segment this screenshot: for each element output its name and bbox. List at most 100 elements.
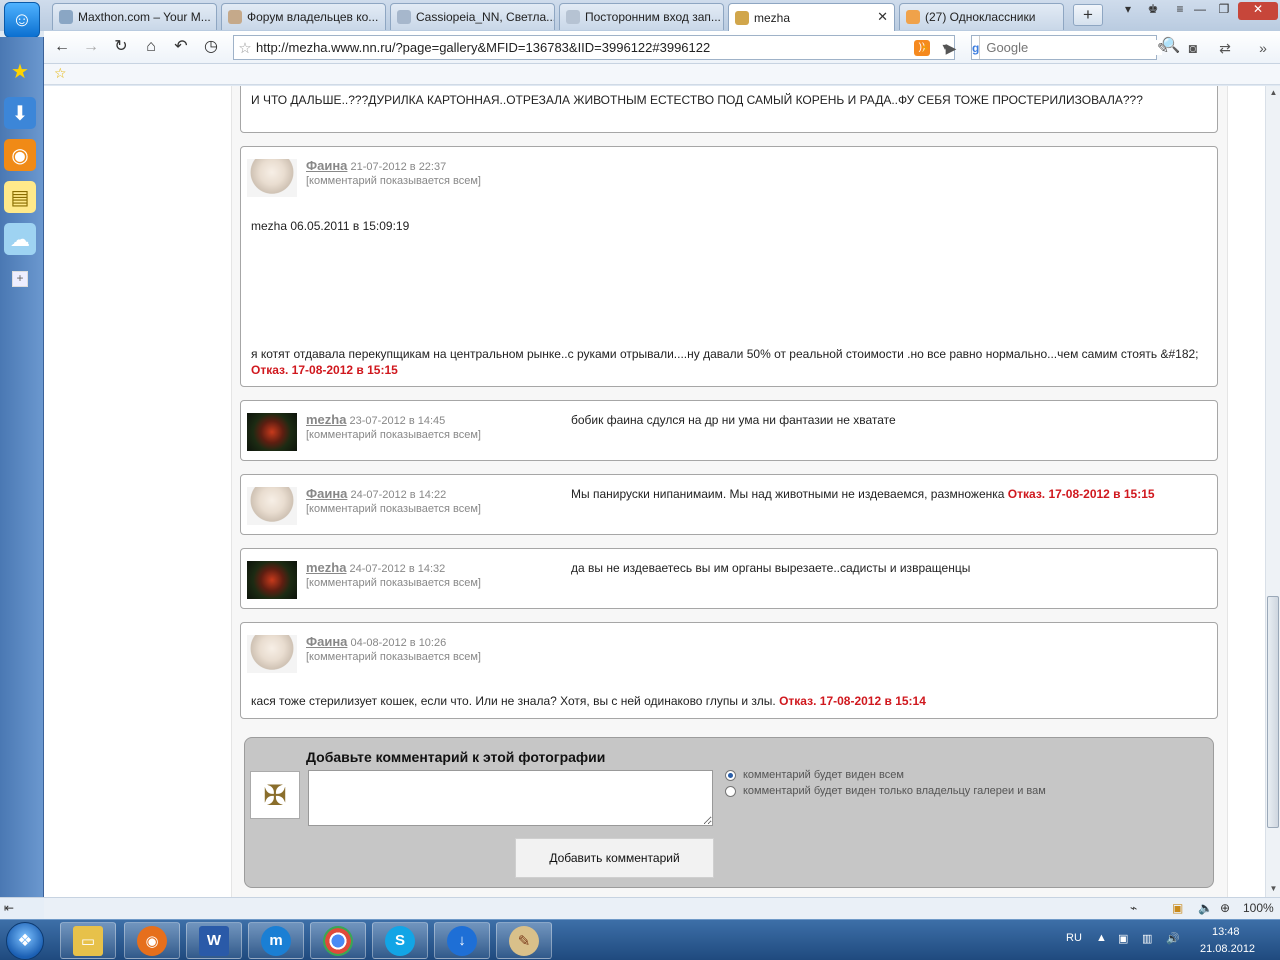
vertical-scrollbar[interactable]: ▲ ▼ — [1265, 86, 1280, 897]
language-indicator[interactable]: RU — [1066, 932, 1082, 944]
scroll-up-icon[interactable]: ▲ — [1266, 86, 1280, 100]
tab-forum[interactable]: Форум владельцев ко... — [221, 3, 386, 30]
tray-network-icon[interactable]: ▥ — [1142, 932, 1152, 945]
comment-author-link[interactable]: mezha — [306, 412, 346, 427]
comment-body: Мы панируски нипанимаим. Мы над животным… — [571, 487, 1005, 501]
tray-network-error-icon[interactable]: ▣ — [1118, 932, 1128, 945]
google-icon[interactable]: g — [972, 36, 981, 59]
add-panel-icon[interactable]: + — [12, 271, 28, 287]
comment-author-link[interactable]: Фаина — [306, 158, 347, 173]
address-bar[interactable]: ☆ )) ▾ — [233, 35, 955, 60]
skin-icon[interactable]: ♚ — [1143, 2, 1163, 20]
more-icon[interactable]: » — [1252, 37, 1274, 59]
taskbar-explorer[interactable]: ▭ — [60, 922, 116, 959]
avatar[interactable] — [247, 159, 297, 197]
volume-icon[interactable]: 🔈 — [1198, 901, 1213, 915]
taskbar-paint[interactable]: ✎ — [496, 922, 552, 959]
comment-meta: Фаина 24-07-2012 в 14:22 [комментарий по… — [306, 487, 481, 516]
scroll-thumb[interactable] — [1267, 596, 1279, 828]
go-icon[interactable]: ▶ — [940, 37, 962, 59]
menu-icon[interactable]: ≡ — [1170, 2, 1190, 20]
radio-all[interactable] — [725, 769, 736, 781]
tab-label: Форум владельцев ко... — [247, 10, 379, 24]
radio-owner[interactable] — [725, 785, 736, 797]
tab-cassiopeia[interactable]: Cassiopeia_NN, Светла... — [390, 3, 555, 30]
visibility-option-all[interactable]: комментарий будет виден всем — [725, 769, 904, 781]
url-input[interactable] — [256, 37, 914, 58]
tray-chevron-icon[interactable]: ▲ — [1096, 932, 1107, 944]
comment-date: 21-07-2012 в 22:37 — [350, 161, 447, 173]
comment-author-link[interactable]: Фаина — [306, 486, 347, 501]
rss-icon[interactable]: ◉ — [4, 139, 36, 171]
translate-icon[interactable]: ⇄ — [1214, 37, 1236, 59]
radio-label: комментарий будет виден всем — [743, 769, 904, 781]
tab-maxthon[interactable]: Maxthon.com – Your M... — [52, 3, 217, 30]
comment-author-link[interactable]: mezha — [306, 560, 346, 575]
reader-icon[interactable]: ▣ — [1172, 901, 1183, 915]
download-manager-icon: ↓ — [447, 925, 477, 956]
tools-icon[interactable]: ✎ — [1152, 37, 1174, 59]
tray-volume-icon[interactable]: 🔊 — [1166, 932, 1180, 945]
zoom-level[interactable]: 100% — [1243, 901, 1274, 915]
avatar[interactable] — [247, 635, 297, 673]
comment-date: 24-07-2012 в 14:22 — [350, 489, 447, 501]
taskbar-chrome[interactable] — [310, 922, 366, 959]
comment-author-link[interactable]: Фаина — [306, 634, 347, 649]
restore-icon[interactable]: ❐ — [1214, 2, 1234, 20]
page-viewport: И ЧТО ДАЛЬШЕ..???ДУРИЛКА КАРТОННАЯ..ОТРЕ… — [44, 86, 1265, 897]
comment-text: кася тоже стерилизует кошек, если что. И… — [251, 693, 1201, 709]
close-window-icon[interactable]: ✕ — [1238, 2, 1278, 20]
taskbar-skype[interactable]: S — [372, 922, 428, 959]
firefox-icon: ◉ — [137, 925, 167, 956]
zoom-icon[interactable]: ⊕ — [1220, 901, 1230, 915]
tab-list-chevron-icon[interactable]: ▾ — [1118, 2, 1138, 20]
taskbar-maxthon[interactable]: m — [248, 922, 304, 959]
search-box[interactable]: g — [971, 35, 1163, 60]
avatar[interactable] — [247, 561, 297, 599]
comment-textarea[interactable] — [308, 770, 713, 826]
maxthon-logo-icon[interactable]: ☺ — [4, 2, 40, 38]
taskbar-downloader[interactable]: ↓ — [434, 922, 490, 959]
visibility-option-owner[interactable]: комментарий будет виден только владельцу… — [725, 785, 1046, 797]
bookmark-star-icon[interactable]: ☆ — [234, 39, 256, 57]
status-bar: ⌁ ▣ 🔈 ⊕ 100% — [44, 897, 1280, 919]
notes-icon[interactable]: ▤ — [4, 181, 36, 213]
odnoklassniki-favicon-icon — [906, 10, 920, 24]
tab-mezha[interactable]: mezha ✕ — [728, 3, 895, 31]
turbo-icon[interactable]: ⚡ — [914, 37, 936, 59]
start-button[interactable]: ❖ — [6, 922, 44, 960]
home-icon[interactable]: ⌂ — [140, 37, 162, 59]
sidebar-toggle-icon[interactable]: ⇤ — [0, 897, 44, 919]
scroll-down-icon[interactable]: ▼ — [1266, 882, 1280, 896]
comment-visibility: [комментарий показывается всем] — [306, 651, 481, 663]
add-comment-button[interactable]: Добавить комментарий — [515, 838, 714, 878]
activity-icon[interactable]: ⌁ — [1130, 901, 1137, 915]
cloud-icon[interactable]: ☁ — [4, 223, 36, 255]
refusal-badge: Отказ. 17-08-2012 в 15:15 — [1007, 487, 1155, 501]
screenshot-icon[interactable]: ◙ — [1182, 37, 1204, 59]
close-tab-icon[interactable]: ✕ — [877, 9, 888, 25]
clock-time[interactable]: 13:48 — [1212, 926, 1240, 938]
taskbar-firefox[interactable]: ◉ — [124, 922, 180, 959]
tab-label: Cassiopeia_NN, Светла... — [416, 10, 555, 24]
forward-icon[interactable]: → — [80, 37, 102, 59]
avatar[interactable] — [247, 487, 297, 525]
refresh-icon[interactable]: ↻ — [110, 37, 132, 59]
download-icon[interactable]: ⬇ — [4, 97, 36, 129]
avatar[interactable] — [247, 413, 297, 451]
comment-quote: mezha 06.05.2011 в 15:09:19 — [251, 219, 410, 233]
tab-restricted[interactable]: Посторонним вход зап... — [559, 3, 724, 30]
history-icon[interactable]: ◷ — [200, 37, 222, 59]
favorites-star-icon[interactable]: ★ — [4, 55, 36, 87]
taskbar-word[interactable]: W — [186, 922, 242, 959]
add-favorite-star-icon[interactable]: ☆ — [54, 65, 67, 82]
comment-card: И ЧТО ДАЛЬШЕ..???ДУРИЛКА КАРТОННАЯ..ОТРЕ… — [240, 86, 1218, 133]
tab-odnoklassniki[interactable]: (27) Одноклассники — [899, 3, 1064, 30]
minimize-icon[interactable]: — — [1190, 2, 1210, 20]
new-tab-button[interactable]: + — [1073, 4, 1103, 26]
undo-icon[interactable]: ↶ — [170, 37, 192, 59]
clock-date[interactable]: 21.08.2012 — [1200, 943, 1255, 955]
search-input[interactable] — [980, 40, 1163, 55]
back-icon[interactable]: ← — [51, 37, 73, 59]
comment-card: mezha 24-07-2012 в 14:32 [комментарий по… — [240, 548, 1218, 609]
